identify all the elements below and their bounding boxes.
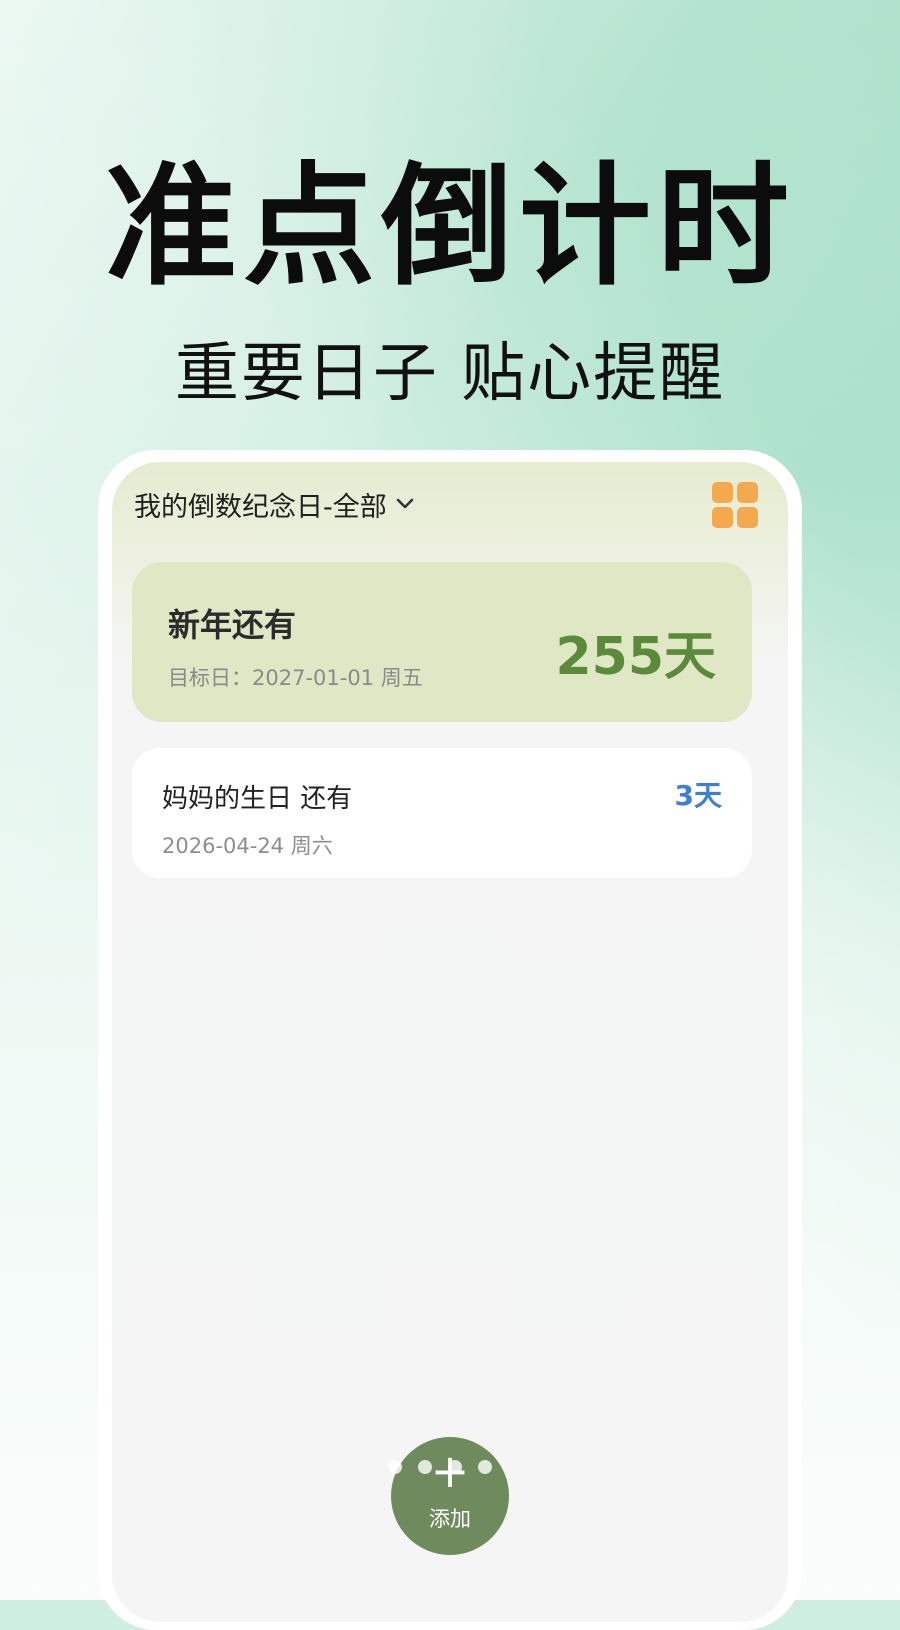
grid-cell [712, 507, 733, 528]
add-button[interactable]: + 添加 [391, 1437, 509, 1555]
add-button-label: 添加 [429, 1507, 471, 1531]
list-item-date: 2026-04-24 周六 [162, 834, 333, 858]
grid-cell [712, 482, 733, 503]
grid-cell [737, 507, 758, 528]
page-dot [418, 1460, 432, 1474]
list-item-title: 妈妈的生日 还有 [162, 784, 353, 814]
page-indicator [388, 1460, 510, 1476]
hero-subtitle: 重要日子 贴心提醒 [174, 337, 726, 411]
page-dot [388, 1460, 402, 1474]
featured-days-remaining: 255天 [555, 627, 716, 687]
category-selector[interactable]: 我的倒数纪念日-全部 [134, 480, 415, 528]
featured-countdown-card[interactable]: 新年还有 目标日：2027-01-01 周五 255天 [132, 562, 752, 722]
list-item[interactable]: 妈妈的生日 还有 2026-04-24 周六 3天 [132, 748, 752, 878]
chevron-down-icon [395, 492, 415, 517]
page-dot [478, 1460, 492, 1474]
list-item-days-remaining: 3天 [674, 779, 722, 812]
grid-cell [737, 482, 758, 503]
hero-title: 准点倒计时 [105, 150, 795, 304]
featured-target-date: 目标日：2027-01-01 周五 [168, 666, 423, 690]
featured-title: 新年还有 [168, 606, 297, 644]
category-title: 我的倒数纪念日-全部 [134, 491, 387, 523]
page-dot [448, 1460, 462, 1474]
grid-icon[interactable] [712, 482, 758, 528]
